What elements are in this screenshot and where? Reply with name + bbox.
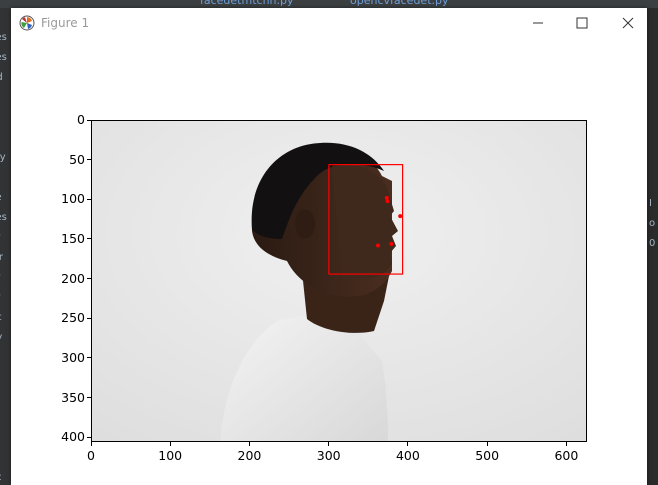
- y-tick: [87, 357, 91, 359]
- ide-tab[interactable]: facedetmtcnn.py: [200, 0, 294, 8]
- figure-window: Figure 1 0 50 100 150 200 250 300 350 40…: [11, 8, 647, 485]
- minimize-button[interactable]: [515, 8, 561, 38]
- ide-project-item[interactable]: air: [0, 248, 11, 268]
- minimize-icon: [533, 22, 543, 24]
- y-tick-label: 350: [61, 389, 85, 405]
- ide-project-item[interactable]: ry: [0, 168, 11, 188]
- close-icon: [622, 17, 634, 29]
- ide-project-item[interactable]: ar: [0, 228, 11, 248]
- x-tick-label: 100: [158, 448, 183, 463]
- x-tick: [90, 442, 92, 446]
- ide-editor-edge: I o 0: [647, 8, 658, 485]
- ide-editor-fragment: o: [649, 218, 656, 229]
- y-tick: [87, 436, 91, 438]
- x-tick: [565, 442, 567, 446]
- ide-project-item[interactable]: nc: [0, 308, 11, 328]
- y-tick: [87, 397, 91, 399]
- ide-project-item[interactable]: rP: [0, 8, 11, 28]
- ide-project-item[interactable]: ef: [0, 408, 11, 428]
- close-button[interactable]: [605, 8, 651, 38]
- y-tick: [87, 317, 91, 319]
- ide-project-item[interactable]: nd: [0, 68, 11, 88]
- y-tick-label: 400: [61, 429, 85, 445]
- face-keypoint: [376, 243, 381, 248]
- detection-overlay: [328, 164, 404, 275]
- x-tick: [328, 442, 330, 446]
- y-tick-label: 250: [61, 310, 85, 326]
- window-title: Figure 1: [41, 16, 90, 30]
- ide-project-item[interactable]: ef: [0, 128, 11, 148]
- matplotlib-icon: [19, 15, 35, 31]
- x-tick-label: 300: [316, 448, 341, 463]
- ide-project-item[interactable]: p: [0, 88, 11, 108]
- ide-project-item[interactable]: ces: [0, 208, 11, 228]
- ide-project-item[interactable]: ces: [0, 48, 11, 68]
- title-bar[interactable]: Figure 1: [11, 8, 647, 38]
- ide-editor-fragment: 0: [649, 238, 656, 249]
- plot-axes[interactable]: [91, 120, 587, 442]
- ide-editor-fragment: I: [649, 198, 652, 209]
- y-tick-label: 100: [61, 191, 85, 207]
- x-tick-label: 200: [237, 448, 262, 463]
- ide-tab[interactable]: opencvfacedet.py: [350, 0, 449, 8]
- face-keypoint: [384, 195, 389, 200]
- y-tick: [87, 198, 91, 200]
- maximize-icon: [576, 17, 588, 29]
- y-tick: [87, 159, 91, 161]
- ide-project-item[interactable]: ef: [0, 368, 11, 388]
- ide-project-item[interactable]: my: [0, 148, 11, 168]
- y-tick-label: 50: [69, 151, 85, 167]
- x-tick-label: 400: [395, 448, 420, 463]
- y-tick: [87, 278, 91, 280]
- ide-project-item[interactable]: ef: [0, 448, 11, 468]
- ide-project-item[interactable]: ac: [0, 468, 11, 485]
- ide-project-item[interactable]: dy: [0, 328, 11, 348]
- ide-project-item[interactable]: ef: [0, 348, 11, 368]
- x-tick: [248, 442, 250, 446]
- face-keypoint: [398, 214, 403, 219]
- x-tick: [169, 442, 171, 446]
- y-tick: [87, 119, 91, 121]
- x-tick-label: 0: [87, 448, 95, 463]
- y-tick-label: 0: [77, 112, 85, 127]
- x-tick: [407, 442, 409, 446]
- ide-project-item[interactable]: ef: [0, 428, 11, 448]
- y-tick-label: 150: [61, 230, 85, 246]
- ide-project-item[interactable]: ce: [0, 188, 11, 208]
- face-bounding-box: [328, 164, 404, 275]
- y-tick-label: 200: [61, 270, 85, 286]
- y-tick-label: 300: [61, 349, 85, 365]
- ide-project-panel: rPcescesndppefmyrycecesarairarerncdyefef…: [0, 8, 11, 485]
- x-tick: [486, 442, 488, 446]
- ide-project-item[interactable]: ces: [0, 28, 11, 48]
- ide-project-item[interactable]: ar: [0, 268, 11, 288]
- y-tick: [87, 238, 91, 240]
- face-keypoint: [389, 241, 394, 246]
- x-tick-label: 600: [554, 448, 579, 463]
- ide-project-item[interactable]: ef: [0, 388, 11, 408]
- x-tick-label: 500: [475, 448, 500, 463]
- ide-tab-bar: facedetmtcnn.py opencvfacedet.py: [0, 0, 658, 8]
- ide-project-item[interactable]: er: [0, 288, 11, 308]
- ide-project-item[interactable]: p: [0, 108, 11, 128]
- maximize-button[interactable]: [559, 8, 605, 38]
